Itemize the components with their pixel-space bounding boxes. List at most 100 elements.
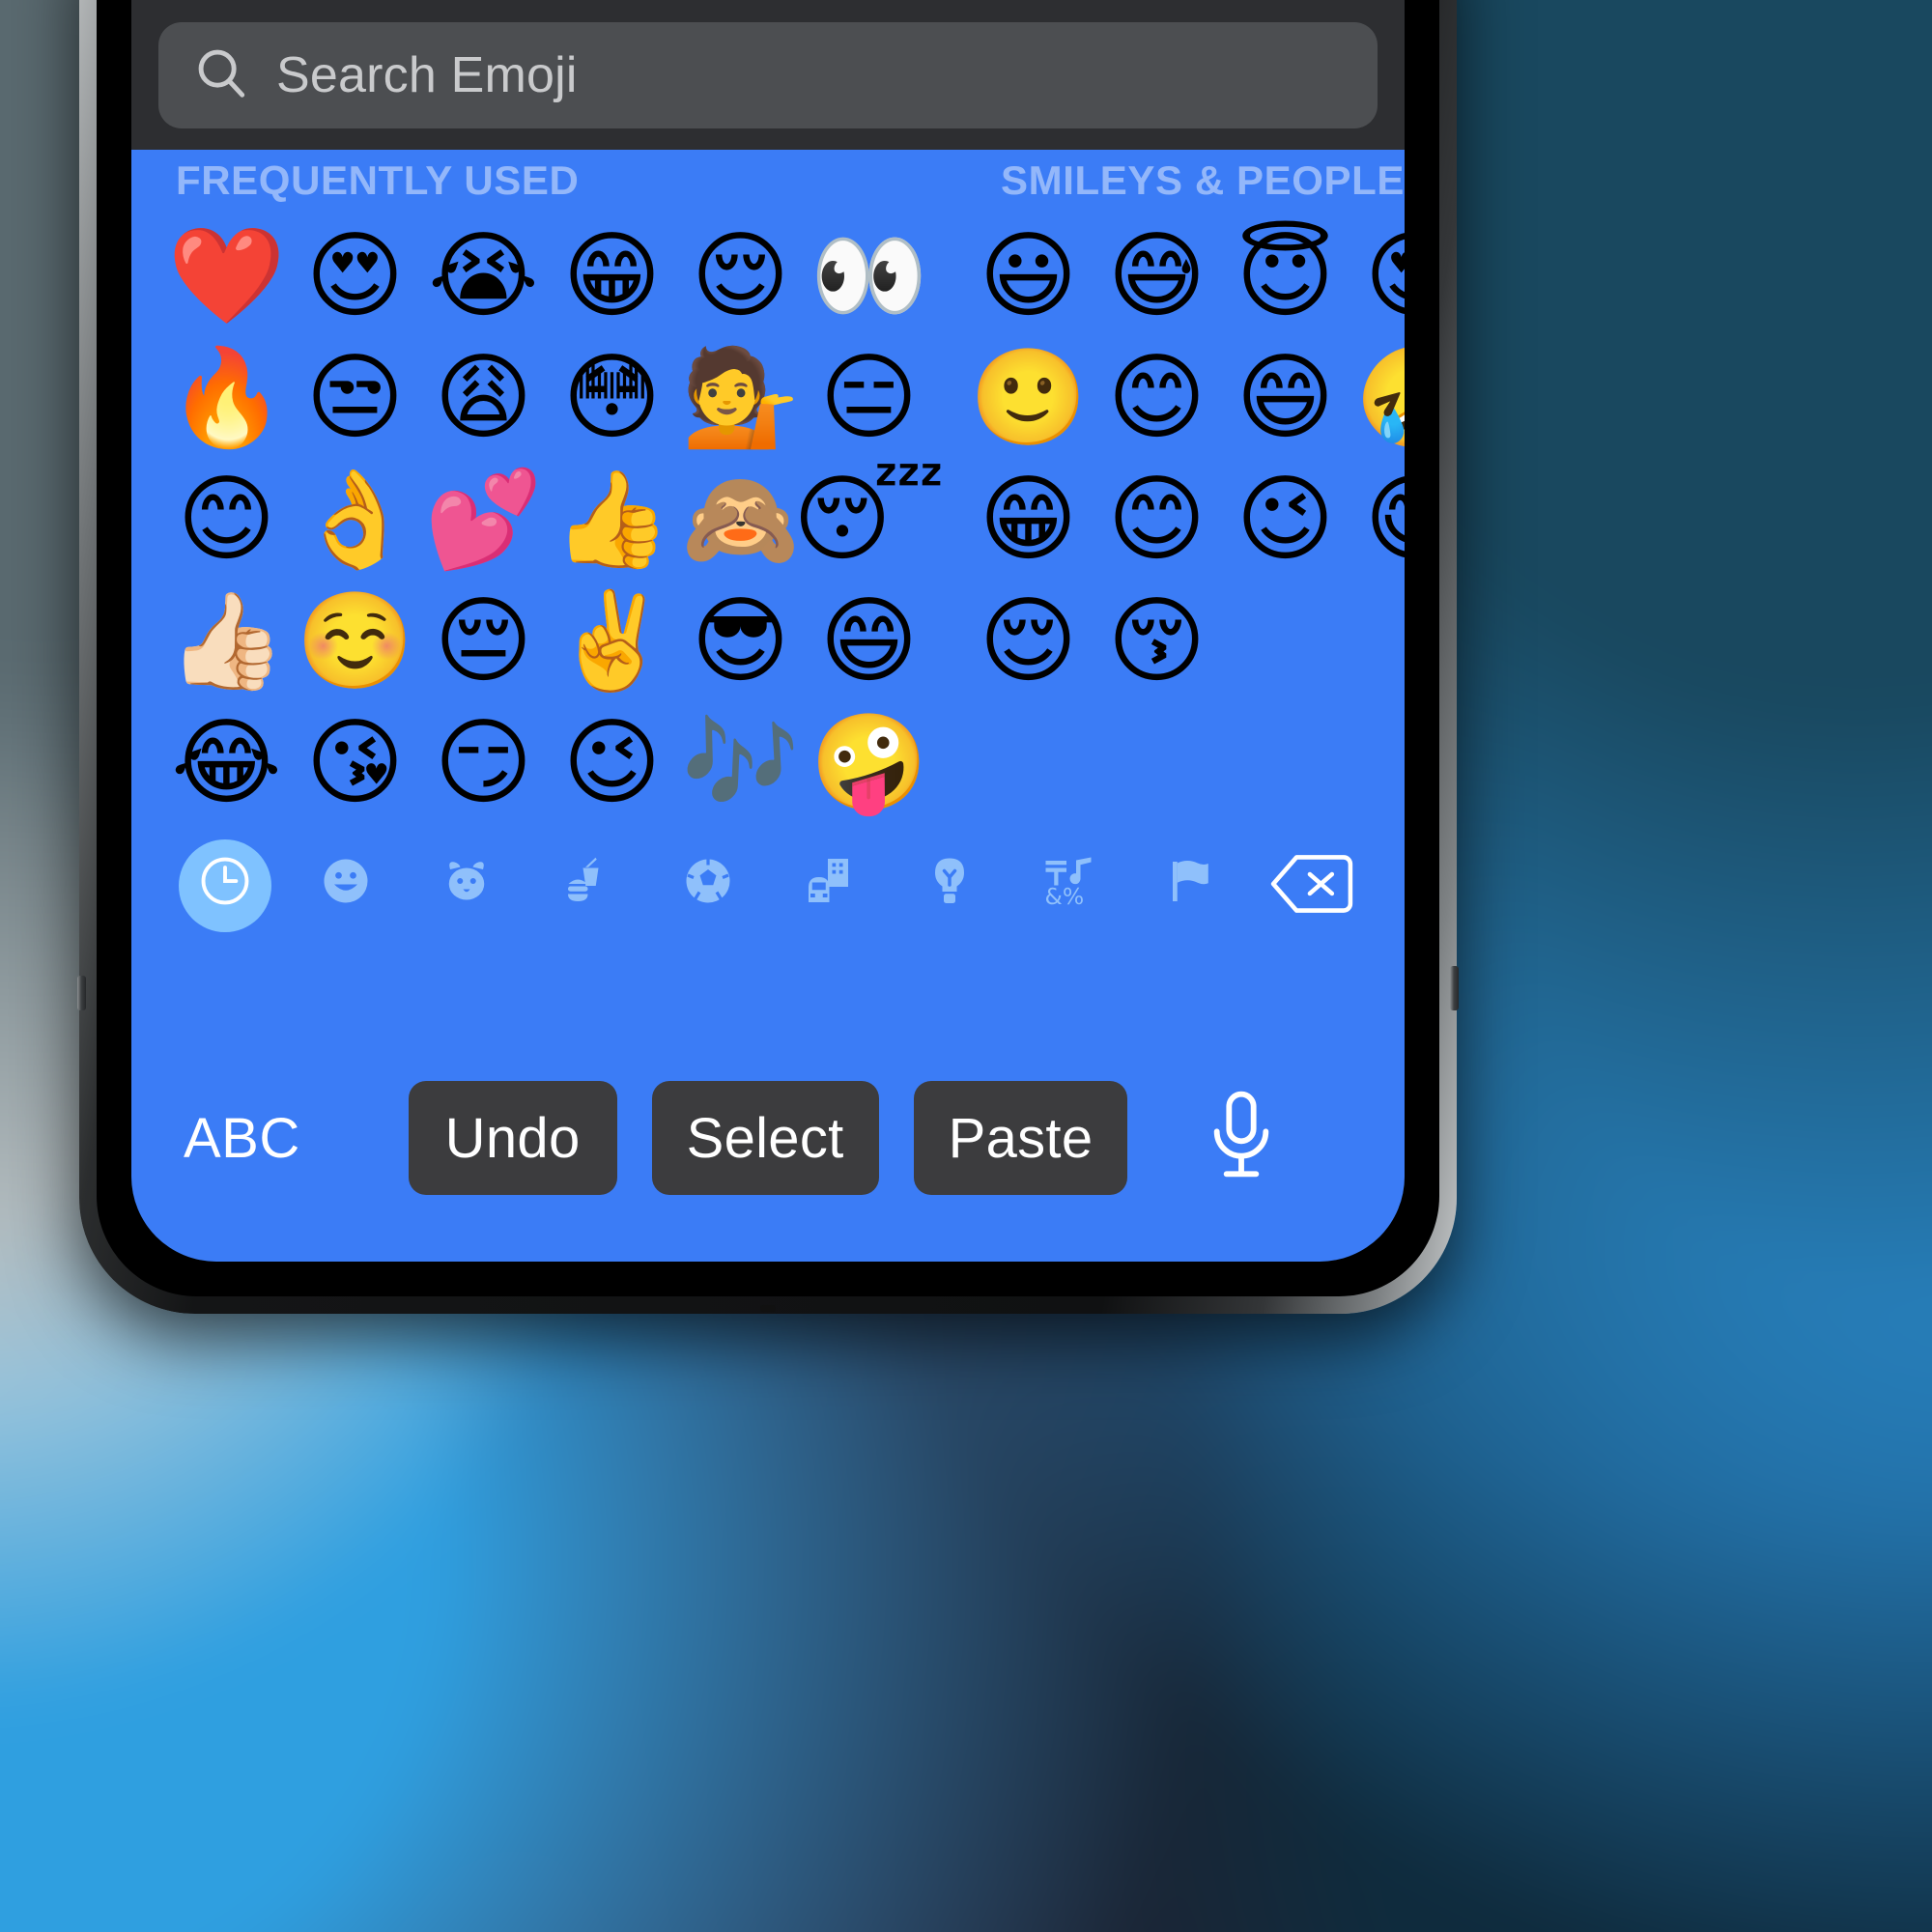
emoji-key-frequent-r0-c2[interactable]: 😭 xyxy=(419,215,548,337)
search-icon xyxy=(191,43,251,107)
category-tab-activity-hit xyxy=(662,839,754,932)
emoji-key-frequent-r3-c2[interactable]: 😔 xyxy=(419,581,548,702)
search-input[interactable]: Search Emoji xyxy=(158,21,1378,128)
emoji-key-smiley-r3-c2[interactable]: 😉 xyxy=(1221,459,1350,581)
category-tab-animals[interactable] xyxy=(406,839,526,932)
emoji-key-smiley-r2-c0[interactable]: 😄 xyxy=(1221,337,1350,459)
emoji-page-smileys-people: 😃😅😇😍😀😂🙂😊😄🤣🙃😆😁😊😉😋😆😊😌😚 xyxy=(964,215,1405,702)
emoji-key-smiley-r2-c1[interactable]: 🤣 xyxy=(1350,337,1405,459)
soccer-ball-icon xyxy=(679,852,737,920)
undo-button[interactable]: Undo xyxy=(408,1081,617,1195)
emoji-key-frequent-r4-c5[interactable]: 🤪 xyxy=(805,702,933,824)
emoji-key-frequent-r0-c1[interactable]: 😍 xyxy=(291,215,419,337)
search-bar-container: Search Emoji xyxy=(131,0,1405,150)
dictation-button[interactable] xyxy=(1130,1088,1352,1195)
category-tab-objects-hit xyxy=(903,839,996,932)
emoji-key-frequent-r1-c1[interactable]: 😒 xyxy=(291,337,419,459)
emoji-key-frequent-r0-c5[interactable]: 👀 xyxy=(805,215,933,337)
emoji-key-frequent-r2-c5[interactable]: 😴 xyxy=(793,459,945,581)
backspace-icon xyxy=(1269,851,1354,922)
search-placeholder-text: Search Emoji xyxy=(276,46,578,103)
category-tab-objects[interactable] xyxy=(889,839,1009,932)
emoji-key-frequent-r1-c3[interactable]: 😳 xyxy=(548,337,676,459)
emoji-key-frequent-r3-c0[interactable]: 👍🏻 xyxy=(162,581,291,702)
emoji-key-frequent-r4-c3[interactable]: 😉 xyxy=(548,702,676,824)
category-tab-flags[interactable] xyxy=(1130,839,1251,932)
emoji-grid-scroller[interactable]: ❤️😍😭😁😌👀🔥😒😩😳💁😑😊👌💕👍🙈😴👍🏻☺️😔✌️😎😄😂😘😏😉🎶🤪 😃😅😇😍😀… xyxy=(131,215,1405,824)
category-tab-food[interactable] xyxy=(526,839,647,932)
category-tab-travel[interactable] xyxy=(768,839,889,932)
delete-key[interactable] xyxy=(1251,851,1372,922)
emoji-key-frequent-r3-c5[interactable]: 😄 xyxy=(805,581,933,702)
emoji-page-frequently-used: ❤️ 😍 😭 😁 😌 👀 🔥 😒 😩 😳 💁 😑 😊 👌 💕 👍 🙈 😴 👍🏻 ☺️ 😔 ✌️ 😎 😄 😂 😘 😏 😉 🎶 🤪 xyxy=(162,215,945,824)
side-button-left[interactable] xyxy=(77,976,86,1010)
microphone-icon xyxy=(1201,1088,1282,1189)
emoji-key-frequent-r0-c4[interactable]: 😌 xyxy=(676,215,805,337)
category-tab-food-hit xyxy=(541,839,634,932)
emoji-key-frequent-r0-c3[interactable]: 😁 xyxy=(548,215,676,337)
symbols-icon: &% xyxy=(1041,852,1099,920)
select-button[interactable]: Select xyxy=(651,1081,879,1195)
phone-device: Search Emoji FREQUENTLY USED SMILEYS & P… xyxy=(77,0,1459,1314)
category-tab-recents-hit xyxy=(178,839,271,932)
food-icon xyxy=(558,852,616,920)
emoji-key-frequent-r3-c3[interactable]: ✌️ xyxy=(548,581,676,702)
emoji-key-smiley-r1-c3[interactable]: 😊 xyxy=(1093,337,1221,459)
emoji-keyboard: FREQUENTLY USED SMILEYS & PEOPLE ❤️ 😍 😭 😁 😌 👀… xyxy=(131,150,1405,1262)
svg-text:&%: &% xyxy=(1044,883,1084,910)
emoji-key-frequent-r2-c2[interactable]: 💕 xyxy=(419,459,548,581)
emoji-key-frequent-r4-c0[interactable]: 😂 xyxy=(162,702,291,824)
category-tab-smileys-hit xyxy=(299,839,392,932)
emoji-key-frequent-r2-c3[interactable]: 👍 xyxy=(548,459,676,581)
category-tab-travel-hit xyxy=(782,839,875,932)
emoji-key-frequent-r1-c0[interactable]: 🔥 xyxy=(162,337,291,459)
phone-bezel: Search Emoji FREQUENTLY USED SMILEYS & P… xyxy=(97,0,1439,1296)
emoji-key-frequent-r3-c4[interactable]: 😎 xyxy=(676,581,805,702)
emoji-key-frequent-r1-c2[interactable]: 😩 xyxy=(419,337,548,459)
emoji-key-frequent-r0-c0[interactable]: ❤️ xyxy=(162,215,291,337)
edit-key-group: Undo Select Paste xyxy=(406,1081,1130,1201)
category-tab-animals-hit xyxy=(420,839,513,932)
category-tab-smileys[interactable] xyxy=(285,839,406,932)
emoji-key-smiley-r3-c3[interactable]: 😋 xyxy=(1350,459,1405,581)
smiley-icon xyxy=(317,852,375,920)
emoji-key-frequent-r4-c2[interactable]: 😏 xyxy=(419,702,548,824)
emoji-key-smiley-r4-c3[interactable]: 😚 xyxy=(1093,581,1221,702)
emoji-key-smiley-r0-c2[interactable]: 😇 xyxy=(1221,215,1350,337)
emoji-key-frequent-r4-c1[interactable]: 😘 xyxy=(291,702,419,824)
emoji-key-smiley-r0-c1[interactable]: 😅 xyxy=(1093,215,1221,337)
paste-button[interactable]: Paste xyxy=(913,1081,1128,1195)
phone-screen: Search Emoji FREQUENTLY USED SMILEYS & P… xyxy=(131,0,1405,1262)
category-tab-recents[interactable] xyxy=(164,839,285,932)
emoji-key-smiley-r1-c2[interactable]: 🙂 xyxy=(964,337,1093,459)
clock-icon xyxy=(195,851,255,921)
emoji-key-frequent-r2-c4[interactable]: 🙈 xyxy=(676,459,805,581)
bear-icon xyxy=(438,852,496,920)
category-tab-flags-hit xyxy=(1145,839,1237,932)
category-tab-symbols-hit: &% xyxy=(1024,839,1117,932)
emoji-key-smiley-r3-c1[interactable]: 😊 xyxy=(1093,459,1221,581)
emoji-key-frequent-r4-c4[interactable]: 🎶 xyxy=(676,702,805,824)
category-tab-activity[interactable] xyxy=(647,839,768,932)
abc-key[interactable]: ABC xyxy=(184,1106,406,1177)
category-tab-symbols[interactable]: &% xyxy=(1009,839,1130,932)
speaker-slit xyxy=(760,1305,776,1312)
emoji-key-frequent-r1-c4[interactable]: 💁 xyxy=(676,337,805,459)
emoji-key-frequent-r3-c1[interactable]: ☺️ xyxy=(291,581,419,702)
category-tab-bar: &% xyxy=(131,824,1405,948)
travel-icon xyxy=(800,852,858,920)
section-title-smileys-people: SMILEYS & PEOPLE xyxy=(1001,157,1405,203)
emoji-key-frequent-r1-c5[interactable]: 😑 xyxy=(805,337,933,459)
flag-icon xyxy=(1162,852,1220,920)
lightbulb-icon xyxy=(921,852,979,920)
emoji-key-smiley-r3-c0[interactable]: 😁 xyxy=(964,459,1093,581)
emoji-key-frequent-r2-c0[interactable]: 😊 xyxy=(162,459,291,581)
emoji-key-smiley-r0-c3[interactable]: 😍 xyxy=(1350,215,1405,337)
side-button-right[interactable] xyxy=(1450,966,1459,1010)
emoji-key-smiley-r4-c2[interactable]: 😌 xyxy=(964,581,1093,702)
section-header-row: FREQUENTLY USED SMILEYS & PEOPLE xyxy=(131,150,1405,215)
emoji-key-smiley-r0-c0[interactable]: 😃 xyxy=(964,215,1093,337)
keyboard-bottom-bar: ABC Undo Select Paste xyxy=(131,1020,1405,1262)
section-title-frequently-used: FREQUENTLY USED xyxy=(176,157,580,203)
emoji-key-frequent-r2-c1[interactable]: 👌 xyxy=(291,459,419,581)
